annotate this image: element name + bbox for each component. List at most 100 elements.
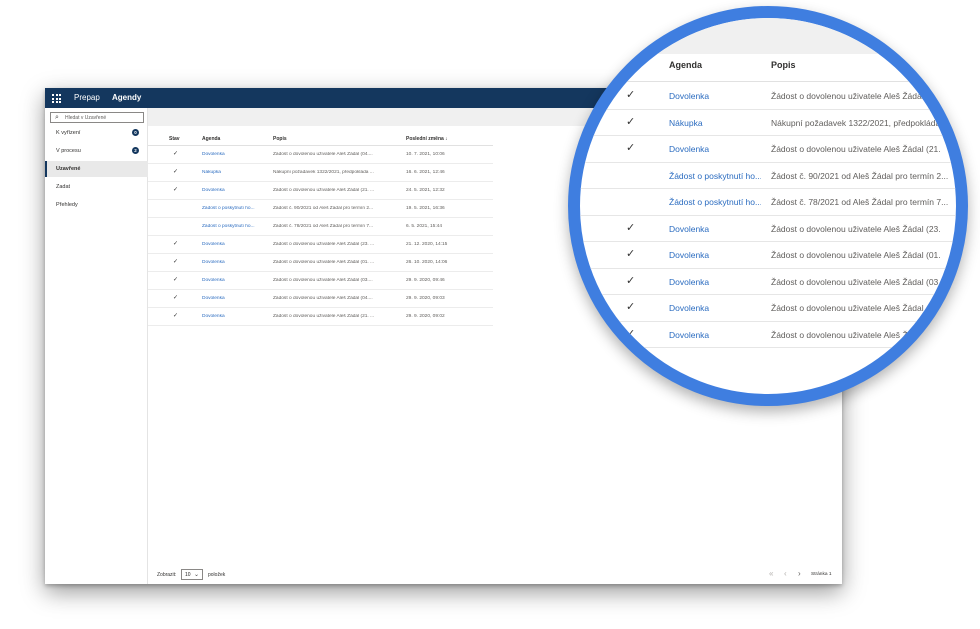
sidebar-item[interactable]: K vyřízení 0 [45, 125, 148, 141]
grid-header: Stav Agenda Popis Poslední změna ↓ [148, 128, 493, 146]
column-header-popis[interactable]: Popis [273, 136, 391, 142]
sidebar-item[interactable]: Zadat [45, 179, 148, 195]
agenda-link[interactable]: Dovolenka [202, 152, 266, 157]
magnified-agenda-link: Dovolenka [669, 250, 710, 260]
magnified-agenda-link: Dovolenka [669, 223, 710, 234]
table-row[interactable]: Žádost o poskytnutí ho... Žádost č. 78/20… [148, 218, 493, 236]
agenda-link[interactable]: Dovolenka [202, 260, 266, 265]
magnified-agenda-link: Dovolenka [669, 276, 710, 287]
magnified-table-row: ✓ Dovolenka Žádost o dovolenou uživatele A… [580, 136, 956, 163]
check-icon: ✓ [626, 301, 636, 313]
search-icon: ⌕ [55, 114, 59, 121]
column-header-stav[interactable]: Stav [169, 136, 180, 142]
sidebar-item[interactable]: Přehledy [45, 197, 148, 213]
agenda-link[interactable]: Dovolenka [202, 278, 266, 283]
sidebar-item[interactable]: V procesu 2 [45, 143, 148, 159]
popis-cell: Žádost o dovolenou uživatele Aleš Žádal … [273, 314, 375, 319]
posledni-zmena-cell: 10. 7. 2021, 10:06 [406, 152, 445, 157]
check-icon: ✓ [173, 313, 179, 319]
magnified-agenda-link: Žádost o poskytnutí ho... [669, 197, 761, 207]
magnified-agenda-link: Žádost o poskytnutí ho... [669, 170, 761, 181]
magnified-agenda-link: Dovolenka [669, 144, 710, 154]
magnified-table-row: ✓ Nákupka Nákupní požadavek 1322/2021, pře… [580, 110, 956, 136]
magnified-column-header-popis: Popis [771, 60, 796, 70]
popis-cell: Nákupní požadavek 1322/2021, předpokláda… [273, 170, 374, 175]
magnified-table-row: ✓ Dovolenka Žádost o dovolenou uživatele A… [580, 269, 956, 295]
magnified-column-header-agenda: Agenda [669, 60, 703, 70]
table-row[interactable]: ✓ Dovolenka Žádost o dovolenou uživatele A… [148, 236, 493, 254]
agenda-link[interactable]: Žádost o poskytnutí ho... [202, 206, 266, 211]
magnified-agenda-link: Nákupka [669, 117, 703, 128]
posledni-zmena-cell: 26. 10. 2020, 14:06 [406, 260, 448, 265]
magnified-table-row: ✓ Dovolenka Žádost o dovolenou uživatele A… [580, 295, 956, 322]
sidebar-item-label: V procesu [56, 148, 81, 154]
agenda-link[interactable]: Žádost o poskytnutí ho... [202, 224, 266, 229]
posledni-zmena-cell: 6. 5. 2021, 15:44 [406, 224, 443, 229]
column-header-posledni-zmena[interactable]: Poslední změna ↓ [406, 136, 484, 142]
posledni-zmena-cell: 21. 12. 2020, 14:15 [406, 242, 448, 247]
chevron-down-icon: ⌄ [193, 572, 199, 578]
agenda-link[interactable]: Dovolenka [202, 188, 266, 193]
popis-cell: Žádost o dovolenou uživatele Aleš Žádal … [273, 242, 375, 247]
app-launcher-icon[interactable] [52, 94, 61, 103]
check-icon: ✓ [626, 248, 636, 260]
magnified-agenda-link: Dovolenka [669, 91, 710, 101]
page-indicator: Stránka 1 [811, 572, 832, 577]
check-icon: ✓ [626, 274, 636, 287]
magnified-column-header-stav: Stav [623, 60, 643, 70]
check-icon: ✓ [173, 169, 179, 175]
next-page-icon[interactable]: › [798, 569, 801, 579]
table-row[interactable]: ✓ Dovolenka Žádost o dovolenou uživatele A… [148, 272, 493, 290]
agenda-link[interactable]: Dovolenka [202, 242, 266, 247]
column-header-agenda[interactable]: Agenda [202, 136, 266, 142]
magnified-agenda-link: Dovolenka [669, 329, 710, 340]
check-icon: ✓ [173, 295, 179, 301]
section-title: Agendy [112, 93, 142, 102]
sidebar-item-label: K vyřízení [56, 130, 81, 136]
table-row[interactable]: ✓ Dovolenka Žádost o dovolenou uživatele A… [148, 182, 493, 200]
magnified-command-bar [580, 18, 956, 54]
magnified-popis-cell: Žádost č. 78/2021 od Aleš Žádal pro term… [771, 197, 949, 207]
popis-cell: Žádost č. 90/2021 od Aleš Žádal pro term… [273, 206, 373, 211]
magnified-popis-cell: Žádost o dovolenou uživatele Aleš Žádal … [771, 276, 941, 287]
table-row[interactable]: ✓ Dovolenka Žádost o dovolenou uživatele A… [148, 308, 493, 326]
posledni-zmena-cell: 29. 9. 2020, 09:46 [406, 278, 445, 283]
sidebar-item[interactable]: Uzavřené [45, 161, 148, 177]
posledni-zmena-cell: 29. 9. 2020, 09:02 [406, 314, 445, 319]
sidebar-item-label: Přehledy [56, 202, 78, 208]
magnified-table-row: ✓ Dovolenka Žádost o dovolenou uživatele A… [580, 83, 956, 110]
first-page-icon[interactable]: « [769, 569, 773, 579]
search-placeholder: Hledat v Uzavřené [65, 115, 107, 121]
table-row[interactable]: ✓ Nákupka Nákupní požadavek 1322/2021, pře… [148, 164, 493, 182]
magnified-popis-cell: Žádost o dovolenou uživatele Aleš Žádal … [771, 329, 941, 340]
agenda-link[interactable]: Nákupka [202, 170, 266, 175]
check-icon: ✓ [626, 115, 636, 128]
table-row[interactable]: ✓ Dovolenka Žádost o dovolenou uživatele A… [148, 290, 493, 308]
popis-cell: Žádost o dovolenou uživatele Aleš Žádal … [273, 152, 373, 157]
magnified-popis-cell: Žádost o dovolenou uživatele Aleš Žádal … [771, 250, 941, 260]
check-icon: ✓ [173, 151, 179, 157]
posledni-zmena-cell: 24. 5. 2021, 12:32 [406, 188, 445, 193]
agenda-link[interactable]: Dovolenka [202, 296, 266, 301]
page-size-select[interactable]: 10 ⌄ [181, 569, 203, 580]
magnified-table-row: ✓ Dovolenka Žádost o dovolenou uživatele A… [580, 242, 956, 269]
previous-page-icon[interactable]: ‹ [784, 569, 787, 579]
check-icon: ✓ [173, 277, 179, 283]
table-row[interactable]: ✓ Dovolenka Žádost o dovolenou uživatele A… [148, 254, 493, 272]
table-row[interactable]: Žádost o poskytnutí ho... Žádost č. 90/20… [148, 200, 493, 218]
magnified-table-row: ✓ Dovolenka Žádost o dovolenou uživatele A… [580, 322, 956, 348]
magnified-table-row: Žádost o poskytnutí ho... Žádost č. 78/20… [580, 189, 956, 216]
popis-cell: Žádost o dovolenou uživatele Aleš Žádal … [273, 188, 375, 193]
agenda-link[interactable]: Dovolenka [202, 314, 266, 319]
check-icon: ✓ [626, 221, 636, 234]
magnified-popis-cell: Žádost o dovolenou uživatele Aleš Žádal … [771, 144, 941, 154]
items-label: položek [208, 572, 226, 578]
magnified-grid-header: Stav Agenda Popis [580, 54, 956, 82]
search-input[interactable]: ⌕ Hledat v Uzavřené [50, 112, 144, 123]
posledni-zmena-cell: 19. 5. 2021, 16:36 [406, 206, 445, 211]
data-grid: Stav Agenda Popis Poslední změna ↓ ✓ Dovo… [148, 128, 493, 326]
table-row[interactable]: ✓ Dovolenka Žádost o dovolenou uživatele A… [148, 146, 493, 164]
magnified-table-row: Žádost o poskytnutí ho... Žádost č. 90/20… [580, 163, 956, 189]
app-brand[interactable]: Prepap [74, 93, 100, 102]
popis-cell: Žádost o dovolenou uživatele Aleš Žádal … [273, 296, 373, 301]
